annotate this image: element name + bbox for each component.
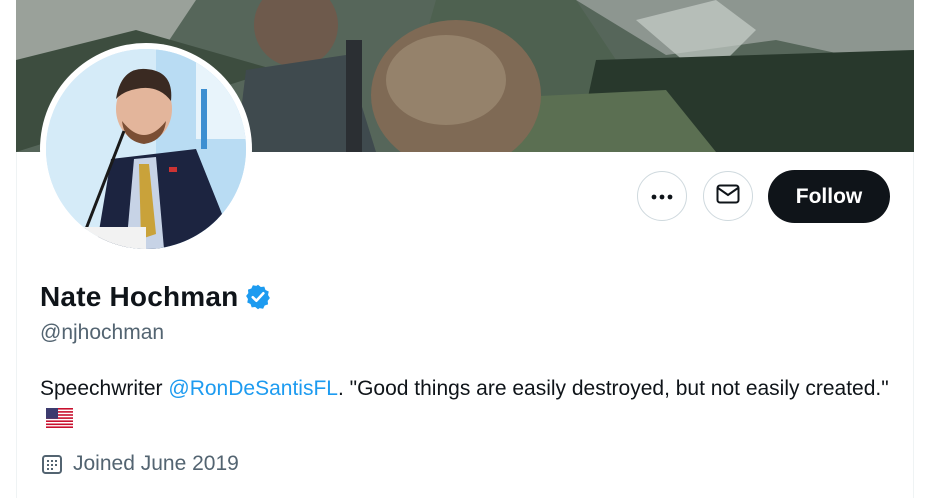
bio-mention-link[interactable]: @RonDeSantisFL: [168, 377, 338, 400]
joined-date: Joined June 2019: [73, 452, 239, 475]
verified-badge-icon[interactable]: [244, 283, 272, 311]
more-button[interactable]: [637, 171, 687, 221]
us-flag-icon: [46, 407, 73, 437]
joined-date-row: Joined June 2019: [40, 452, 239, 476]
calendar-icon: [40, 452, 64, 476]
message-button[interactable]: [703, 171, 753, 221]
envelope-icon: [716, 184, 740, 209]
more-horizontal-icon: [651, 187, 673, 205]
bio-prefix: Speechwriter: [40, 377, 169, 400]
bio: Speechwriter @RonDeSantisFL. "Good thing…: [40, 374, 900, 437]
handle: @njhochman: [40, 321, 165, 344]
avatar[interactable]: [46, 49, 246, 249]
follow-button[interactable]: Follow: [768, 170, 890, 223]
bio-suffix: . "Good things are easily destroyed, but…: [337, 377, 889, 400]
display-name: Nate Hochman: [40, 281, 239, 312]
name-row: Nate Hochman: [40, 281, 272, 313]
